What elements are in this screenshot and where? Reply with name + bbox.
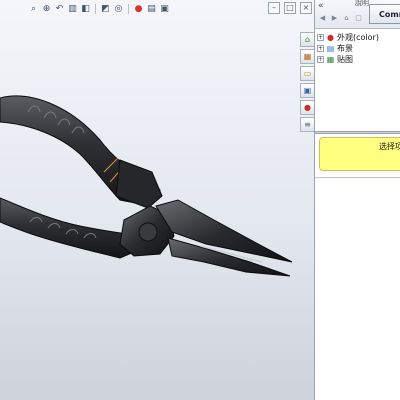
panel-splitter[interactable] xyxy=(315,131,400,134)
view-palette-icon[interactable]: ▣ xyxy=(300,83,314,98)
design-library-icon[interactable]: ▦ xyxy=(300,49,314,64)
expand-icon[interactable]: + xyxy=(317,34,324,41)
appearance-tree: + ● 外观(color) + ▤ 布景 + ▦ 贴图 xyxy=(317,32,400,65)
collapse-chevron-icon[interactable]: « xyxy=(318,1,324,11)
tree-item-decal[interactable]: + ▦ 贴图 xyxy=(317,54,400,65)
file-explorer-icon[interactable]: ▭ xyxy=(300,66,314,81)
task-pane-tabs: ⌂ ▦ ▭ ▣ ● ≡ xyxy=(300,32,314,132)
appearance-icon: ● xyxy=(327,33,334,42)
scene-icon: ▤ xyxy=(326,44,335,53)
custom-properties-icon[interactable]: ≡ xyxy=(300,117,314,132)
tree-item-label: 外观(color) xyxy=(337,33,379,42)
message-box: 选择项目 xyxy=(319,137,400,171)
home-icon[interactable]: ⌂ xyxy=(342,13,351,22)
expand-icon[interactable]: + xyxy=(317,56,324,63)
task-pane: « 說明 ◀ ▶ ⌂ ▢ Comma + ● 外观(color) + ▤ 布景 … xyxy=(314,0,400,400)
pivot-rivet xyxy=(138,222,158,242)
tree-item-scene[interactable]: + ▤ 布景 xyxy=(317,43,400,54)
task-pane-header: « 說明 ◀ ▶ ⌂ ▢ Comma xyxy=(315,0,400,29)
add-icon[interactable]: ▢ xyxy=(354,13,363,22)
back-icon[interactable]: ◀ xyxy=(318,13,327,22)
expand-icon[interactable]: + xyxy=(317,45,324,52)
decal-icon: ▦ xyxy=(326,55,335,64)
task-pane-nav: ◀ ▶ ⌂ ▢ xyxy=(318,13,363,22)
forward-icon[interactable]: ▶ xyxy=(330,13,339,22)
appearances-icon[interactable]: ● xyxy=(300,100,314,115)
message-text: 选择项目 xyxy=(379,142,400,151)
tree-item-label: 贴图 xyxy=(337,55,353,64)
pliers-model[interactable] xyxy=(0,0,314,400)
tree-item-appearance[interactable]: + ● 外观(color) xyxy=(317,32,400,43)
panel-divider xyxy=(315,177,400,178)
command-button[interactable]: Comma xyxy=(369,4,400,24)
panel-title: 說明 xyxy=(355,0,369,7)
tree-item-label: 布景 xyxy=(337,44,353,53)
graphics-viewport[interactable]: ⌕ ⊕ ↶ ▥ ◧ ◩ ◎ ● ▤ ▣ – □ × ⌂ ▦ ▭ ▣ ● ≡ xyxy=(0,0,314,400)
solidworks-resources-icon[interactable]: ⌂ xyxy=(300,32,314,47)
lower-handle[interactable] xyxy=(0,197,135,259)
